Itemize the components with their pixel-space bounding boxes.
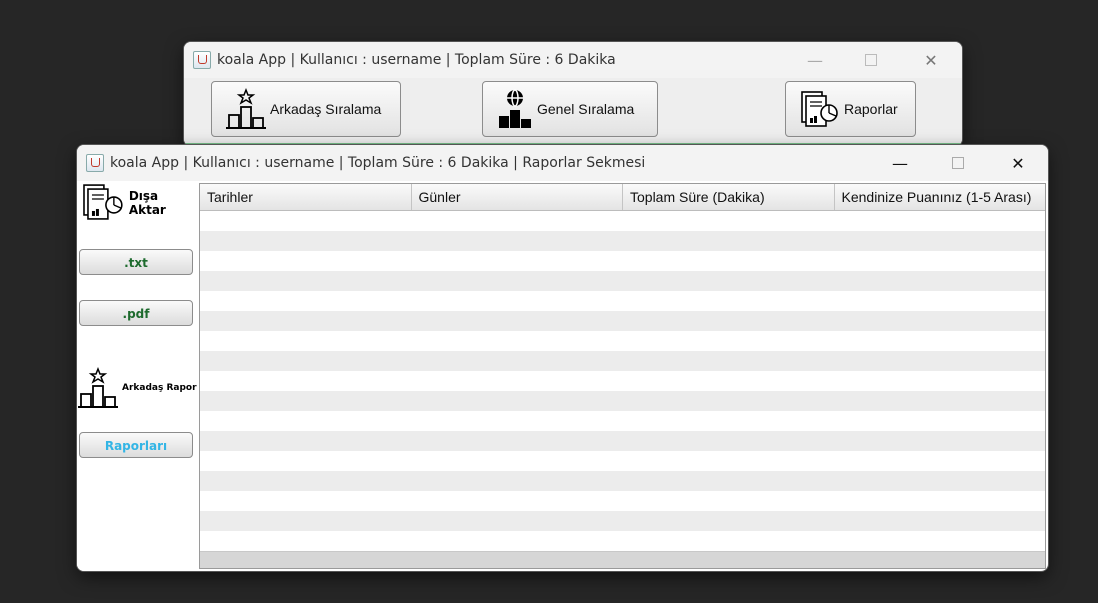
main-window-titlebar[interactable]: koala App | Kullanıcı : username | Topla… bbox=[184, 42, 962, 78]
maximize-icon bbox=[952, 157, 964, 169]
horizontal-scrollbar[interactable] bbox=[200, 551, 1045, 568]
friend-report-header: Arkadaş Rapor bbox=[78, 367, 197, 409]
report-documents-icon bbox=[83, 184, 123, 220]
table-row bbox=[200, 251, 1045, 271]
reports-button[interactable]: Raporlar bbox=[785, 81, 916, 137]
main-window: koala App | Kullanıcı : username | Topla… bbox=[184, 42, 962, 146]
reports-label: Raporlar bbox=[844, 101, 898, 117]
maximize-button[interactable] bbox=[935, 145, 981, 181]
column-header-dates[interactable]: Tarihler bbox=[200, 184, 412, 210]
reports-table[interactable]: Tarihler Günler Toplam Süre (Dakika) Ken… bbox=[199, 183, 1046, 569]
table-row bbox=[200, 531, 1045, 551]
maximize-icon bbox=[865, 54, 877, 66]
table-row bbox=[200, 431, 1045, 451]
close-button[interactable]: ✕ bbox=[908, 42, 954, 78]
column-header-days[interactable]: Günler bbox=[412, 184, 623, 210]
table-row bbox=[200, 451, 1045, 471]
export-header: Dışa Aktar bbox=[83, 183, 199, 223]
table-row bbox=[200, 491, 1045, 511]
friend-reports-button[interactable]: Raporları bbox=[79, 432, 193, 458]
column-header-total-time[interactable]: Toplam Süre (Dakika) bbox=[623, 184, 835, 210]
export-label: Dışa Aktar bbox=[128, 189, 166, 217]
friend-ranking-button[interactable]: Arkadaş Sıralama bbox=[211, 81, 401, 137]
report-sidebar: Dışa Aktar .txt .pdf Arkadaş Rapor Rapor… bbox=[77, 181, 199, 571]
minimize-button[interactable]: — bbox=[792, 42, 838, 78]
column-header-self-score[interactable]: Kendinize Puanınız (1-5 Arası) bbox=[835, 184, 1046, 210]
table-row bbox=[200, 211, 1045, 231]
export-txt-button[interactable]: .txt bbox=[79, 249, 193, 275]
report-window-titlebar[interactable]: koala App | Kullanıcı : username | Topla… bbox=[77, 145, 1048, 181]
general-ranking-button[interactable]: Genel Sıralama bbox=[482, 81, 658, 137]
main-window-title: koala App | Kullanıcı : username | Topla… bbox=[217, 52, 616, 68]
export-pdf-button[interactable]: .pdf bbox=[79, 300, 193, 326]
report-window: koala App | Kullanıcı : username | Topla… bbox=[77, 145, 1048, 571]
podium-star-icon bbox=[226, 88, 266, 129]
friend-report-label: Arkadaş Rapor bbox=[122, 383, 197, 393]
table-row bbox=[200, 291, 1045, 311]
table-body bbox=[200, 211, 1045, 551]
table-row bbox=[200, 271, 1045, 291]
table-row bbox=[200, 411, 1045, 431]
podium-star-icon bbox=[78, 367, 118, 408]
general-ranking-label: Genel Sıralama bbox=[537, 101, 635, 117]
table-row bbox=[200, 231, 1045, 251]
minimize-button[interactable]: — bbox=[877, 145, 923, 181]
table-row bbox=[200, 351, 1045, 371]
table-row bbox=[200, 371, 1045, 391]
table-row bbox=[200, 311, 1045, 331]
table-row bbox=[200, 511, 1045, 531]
report-documents-icon bbox=[801, 91, 838, 127]
table-row bbox=[200, 471, 1045, 491]
table-row bbox=[200, 391, 1045, 411]
java-app-icon bbox=[193, 51, 211, 69]
friend-ranking-label: Arkadaş Sıralama bbox=[270, 101, 382, 117]
close-button[interactable]: ✕ bbox=[995, 145, 1041, 181]
report-window-title: koala App | Kullanıcı : username | Topla… bbox=[110, 155, 646, 171]
podium-globe-icon bbox=[499, 89, 531, 128]
java-app-icon bbox=[86, 154, 104, 172]
main-window-content: Arkadaş Sıralama Genel Sıralama Raporlar bbox=[184, 78, 962, 146]
table-row bbox=[200, 331, 1045, 351]
maximize-button[interactable] bbox=[848, 42, 894, 78]
table-header: Tarihler Günler Toplam Süre (Dakika) Ken… bbox=[200, 184, 1045, 211]
